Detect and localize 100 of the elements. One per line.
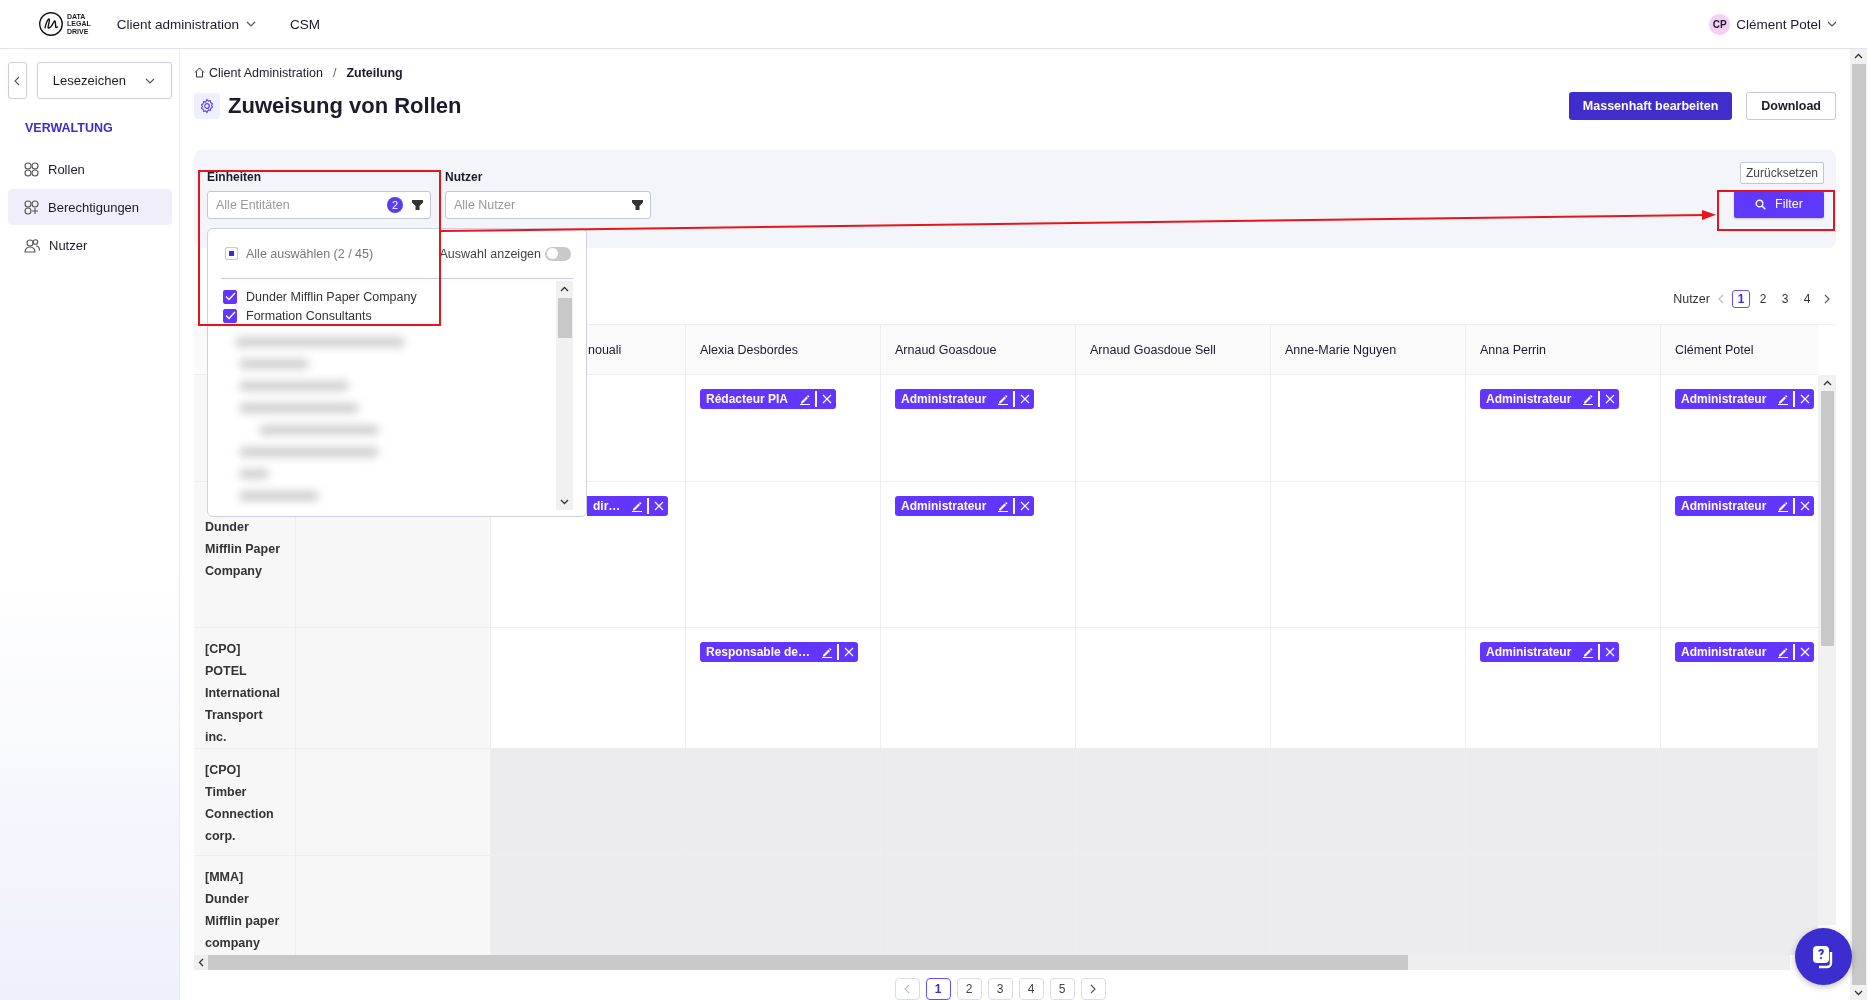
scroll-thumb[interactable] bbox=[557, 298, 572, 338]
logo-icon bbox=[38, 11, 64, 37]
chevron-left-icon bbox=[1718, 294, 1724, 305]
nav-menu[interactable]: CSM bbox=[290, 16, 321, 32]
page-button[interactable]: 4 bbox=[1018, 978, 1044, 1000]
chevron-right-icon bbox=[1090, 984, 1096, 994]
toggle-switch[interactable] bbox=[545, 246, 571, 261]
page-button[interactable]: 1 bbox=[1732, 290, 1750, 309]
scrollbar[interactable] bbox=[194, 955, 1790, 970]
role-tag: Administrateur bbox=[1480, 642, 1619, 662]
funnel-icon bbox=[412, 199, 423, 210]
grid-icon bbox=[24, 161, 39, 177]
breadcrumb-separator: / bbox=[332, 65, 337, 80]
bookmarks-select[interactable]: Lesezeichen bbox=[36, 62, 172, 99]
chevron-up-icon bbox=[1854, 53, 1863, 59]
close-icon[interactable] bbox=[1604, 394, 1615, 404]
toggle-label: Auswahl anzeigen bbox=[439, 246, 541, 261]
pager-label: Nutzer bbox=[1673, 292, 1710, 307]
edit-icon[interactable] bbox=[1778, 646, 1789, 658]
role-tag: dir… bbox=[587, 496, 668, 516]
chevron-down-icon bbox=[560, 499, 569, 505]
edit-icon[interactable] bbox=[998, 393, 1009, 405]
close-icon[interactable] bbox=[1799, 647, 1810, 657]
filter-field[interactable]: Alle Nutzer bbox=[445, 190, 651, 219]
checkbox[interactable] bbox=[223, 289, 237, 304]
edit-icon[interactable] bbox=[1778, 393, 1789, 405]
chevron-up-icon bbox=[1822, 380, 1832, 386]
edit-icon[interactable] bbox=[1778, 500, 1789, 512]
role-tag: Rédacteur PIA bbox=[700, 389, 836, 409]
chevron-down-icon bbox=[1827, 21, 1837, 27]
page-button[interactable]: 3 bbox=[1776, 290, 1794, 309]
role-tag: Responsable de… bbox=[700, 642, 858, 662]
scrollbar[interactable] bbox=[556, 281, 573, 510]
breadcrumb-link[interactable]: Client Administration bbox=[209, 65, 323, 80]
close-icon[interactable] bbox=[843, 647, 854, 657]
role-tag: Administrateur bbox=[1675, 496, 1814, 516]
option-label[interactable]: Dunder Mifflin Paper Company bbox=[246, 289, 417, 304]
scrollbar[interactable] bbox=[1818, 375, 1836, 925]
home-icon bbox=[194, 67, 205, 79]
chevron-down-icon bbox=[1854, 990, 1863, 996]
role-tag: Administrateur bbox=[895, 496, 1034, 516]
help-button[interactable] bbox=[1795, 928, 1852, 985]
filter-label: Einheiten bbox=[207, 169, 262, 186]
download-button[interactable]: Download bbox=[1746, 91, 1836, 120]
close-icon[interactable] bbox=[653, 501, 664, 511]
funnel-icon bbox=[632, 199, 643, 210]
scroll-thumb[interactable] bbox=[208, 955, 1408, 970]
edit-icon[interactable] bbox=[822, 646, 833, 658]
close-icon[interactable] bbox=[1799, 501, 1810, 511]
reset-button[interactable]: Zurücksetzen bbox=[1739, 161, 1824, 184]
edit-icon[interactable] bbox=[998, 500, 1009, 512]
edit-icon[interactable] bbox=[1583, 393, 1594, 405]
chevron-left-icon bbox=[14, 75, 21, 86]
sidebar-item[interactable]: Rollen bbox=[8, 151, 172, 187]
user-name: Clément Potel bbox=[1736, 16, 1821, 32]
page-button[interactable]: 3 bbox=[987, 978, 1013, 1000]
option-label[interactable]: Formation Consultants bbox=[246, 308, 372, 323]
page-title: Zuweisung von Rollen bbox=[228, 92, 462, 119]
select-all-label: Alle auswählen (2 / 45) bbox=[246, 246, 374, 261]
users-icon bbox=[24, 237, 40, 253]
page-button[interactable]: 2 bbox=[956, 978, 982, 1000]
chevron-down-icon bbox=[145, 77, 155, 84]
scroll-thumb[interactable] bbox=[1820, 391, 1834, 646]
edit-icon[interactable] bbox=[1583, 646, 1594, 658]
chevron-left-icon bbox=[904, 984, 910, 994]
breadcrumb-current: Zuteilung bbox=[346, 65, 403, 80]
edit-icon[interactable] bbox=[632, 500, 643, 512]
section-title: VERWALTUNG bbox=[24, 121, 114, 135]
avatar: CP bbox=[1709, 13, 1731, 35]
sidebar-item[interactable]: Berechtigungen bbox=[8, 189, 172, 225]
filter-button[interactable]: Filter bbox=[1734, 190, 1824, 218]
table-cell-text: [MMA] Dunder Mifflin paper company bbox=[204, 869, 281, 952]
page-button[interactable]: 2 bbox=[1754, 290, 1772, 309]
table-cell-text: Dunder Mifflin Paper Company bbox=[204, 519, 281, 580]
close-icon[interactable] bbox=[1604, 647, 1615, 657]
role-tag: Administrateur bbox=[895, 389, 1034, 409]
close-icon[interactable] bbox=[1019, 394, 1030, 404]
edit-icon[interactable] bbox=[800, 393, 811, 405]
user-menu[interactable]: CP Clément Potel bbox=[1709, 13, 1837, 35]
page-button[interactable]: 1 bbox=[925, 978, 951, 1000]
bulk-edit-button[interactable]: Massenhaft bearbeiten bbox=[1568, 91, 1733, 120]
close-icon[interactable] bbox=[1799, 394, 1810, 404]
filter-label: Nutzer bbox=[445, 169, 484, 186]
page-button[interactable]: 5 bbox=[1049, 978, 1075, 1000]
checkbox[interactable] bbox=[223, 308, 237, 323]
chevron-down-icon bbox=[246, 21, 257, 27]
chevron-up-icon bbox=[560, 286, 569, 292]
page-button[interactable]: 4 bbox=[1798, 290, 1816, 309]
table-cell-text: [CPO] Timber Connection corp. bbox=[204, 762, 275, 845]
search-icon bbox=[1755, 198, 1767, 210]
sidebar-item[interactable]: Nutzer bbox=[8, 227, 172, 263]
close-icon[interactable] bbox=[821, 394, 832, 404]
nav-menu[interactable]: Client administration bbox=[116, 16, 257, 32]
chevron-left-icon bbox=[198, 958, 204, 967]
role-tag: Administrateur bbox=[1675, 642, 1814, 662]
table-cell-text: [CPO] POTEL International Transport inc. bbox=[204, 641, 281, 746]
close-icon[interactable] bbox=[1019, 501, 1030, 511]
role-tag: Administrateur bbox=[1480, 389, 1619, 409]
grid-plus-icon bbox=[24, 199, 39, 215]
role-tag: Administrateur bbox=[1675, 389, 1814, 409]
